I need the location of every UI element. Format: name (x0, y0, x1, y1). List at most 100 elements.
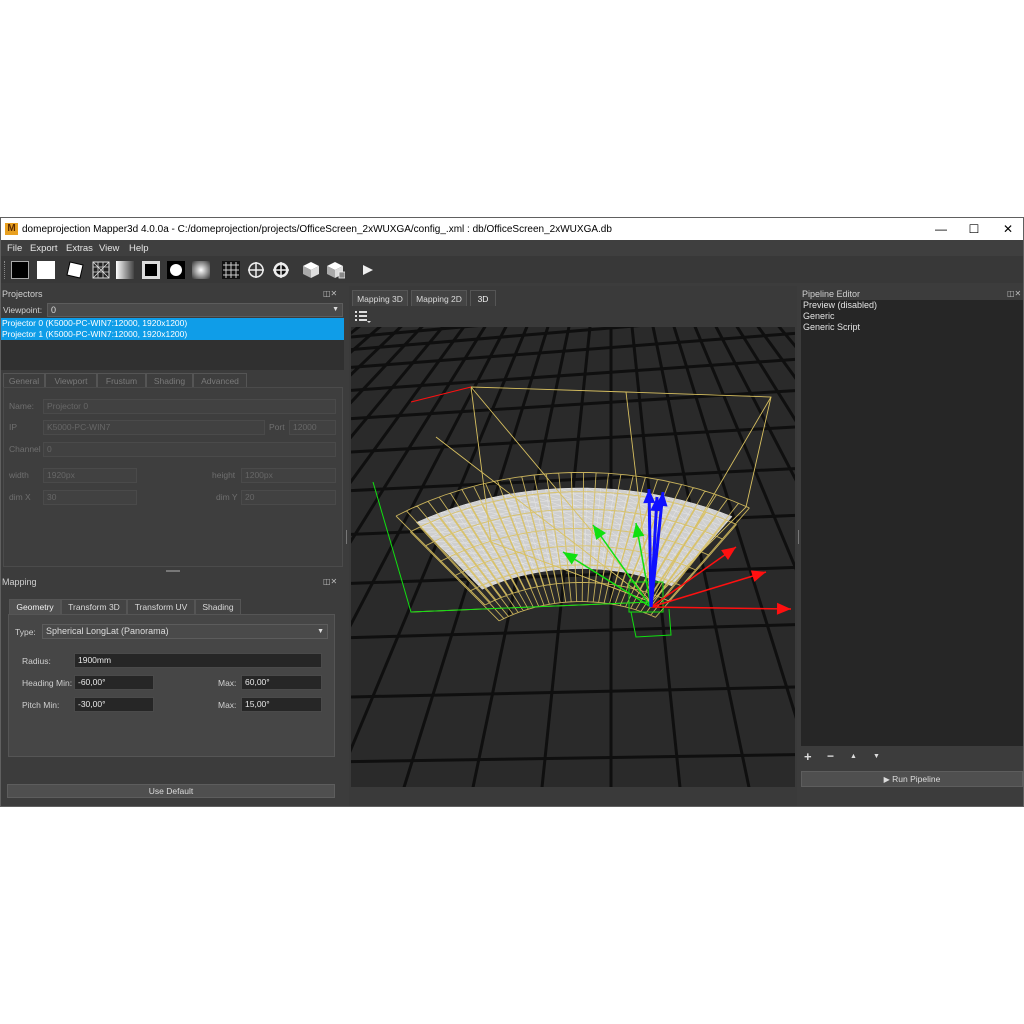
3d-canvas[interactable] (351, 327, 795, 787)
title-bar: M domeprojection Mapper3d 4.0.0a - C:/do… (1, 218, 1023, 240)
name-field[interactable]: Projector 0 (43, 399, 336, 414)
menu-file[interactable]: File (7, 243, 22, 254)
application-window: M domeprojection Mapper3d 4.0.0a - C:/do… (0, 217, 1024, 807)
tab-frustum[interactable]: Frustum (97, 373, 146, 388)
list-item[interactable]: Preview (disabled) (801, 300, 1023, 311)
dimx-field[interactable]: 30 (43, 490, 137, 505)
splitter-handle-right[interactable] (798, 530, 800, 544)
view-menu-icon[interactable] (355, 309, 371, 323)
tab-advanced[interactable]: Advanced (193, 373, 247, 388)
toolbar-grip[interactable] (4, 261, 7, 279)
geometry-page: Type: Spherical LongLat (Panorama) ▼ Radi… (8, 614, 335, 757)
dimy-field[interactable]: 20 (241, 490, 336, 505)
list-item[interactable]: Generic (801, 311, 1023, 322)
projector-list: Projector 0 (K5000-PC-WIN7:12000, 1920x1… (1, 318, 344, 370)
list-item[interactable]: Projector 1 (K5000-PC-WIN7:12000, 1920x1… (1, 329, 344, 340)
gradient-square-icon[interactable] (116, 261, 134, 279)
close-button[interactable]: ✕ (993, 220, 1023, 238)
tab-transform-3d[interactable]: Transform 3D (61, 599, 127, 614)
heading-max-field[interactable]: 60,00° (241, 675, 322, 690)
toolbar (1, 256, 1023, 283)
list-item[interactable]: Projector 0 (K5000-PC-WIN7:12000, 1920x1… (1, 318, 344, 329)
white-square-icon[interactable] (37, 261, 55, 279)
dock-float-close-icon[interactable]: ◫✕ (323, 577, 337, 586)
minimize-button[interactable]: — (926, 220, 956, 238)
ip-field[interactable]: K5000-PC-WIN7 (43, 420, 265, 435)
run-pipeline-button[interactable]: ▶ Run Pipeline (801, 771, 1023, 787)
splitter-handle-left[interactable] (346, 530, 348, 544)
pitch-max-label: Max: (218, 700, 237, 710)
port-field[interactable]: 12000 (289, 420, 336, 435)
radial-gradient-icon[interactable] (192, 261, 210, 279)
viewpoint-select[interactable]: 0 ▼ (47, 303, 343, 317)
tab-shading[interactable]: Shading (146, 373, 193, 388)
projectors-panel: Projectors ◫✕ Viewpoint: 0 ▼ Projector 0 … (1, 286, 346, 568)
crosshair-filled-icon[interactable] (272, 261, 290, 279)
heading-max-label: Max: (218, 678, 237, 688)
move-up-icon[interactable]: ▲ (850, 753, 857, 760)
menu-view[interactable]: View (99, 243, 119, 254)
menu-export[interactable]: Export (30, 243, 57, 254)
dock-float-close-icon[interactable]: ◫✕ (323, 289, 337, 298)
ip-label: IP (9, 422, 18, 432)
projectors-panel-title: Projectors (2, 289, 43, 299)
tab-mapping-2d[interactable]: Mapping 2D (411, 290, 467, 306)
use-default-button[interactable]: Use Default (7, 784, 335, 798)
app-logo-icon: M (5, 223, 18, 235)
pitch-min-field[interactable]: -30,00° (74, 697, 154, 712)
add-icon[interactable]: + (804, 749, 812, 764)
move-down-icon[interactable]: ▼ (873, 753, 880, 760)
pitch-min-label: Pitch Min: (22, 700, 60, 710)
chevron-down-icon: ▼ (317, 628, 324, 635)
mapping-type-select[interactable]: Spherical LongLat (Panorama) ▼ (42, 624, 328, 639)
tab-transform-uv[interactable]: Transform UV (127, 599, 195, 614)
radius-label: Radius: (22, 656, 51, 666)
cube-multi-icon[interactable] (327, 261, 346, 279)
maximize-button[interactable]: ☐ (959, 220, 989, 238)
3d-scene (351, 327, 795, 787)
tab-general[interactable]: General (3, 373, 45, 388)
tab-mapping-3d[interactable]: Mapping 3D (352, 290, 408, 306)
pipeline-editor-panel: Pipeline Editor ◫✕ Preview (disabled) Ge… (800, 286, 1023, 806)
menu-help[interactable]: Help (129, 243, 149, 254)
mapping-panel: Mapping ◫✕ Geometry Transform 3D Transfo… (1, 574, 346, 806)
port-label: Port (269, 422, 285, 432)
channel-label: Channel (9, 444, 41, 454)
channel-field[interactable]: 0 (43, 442, 336, 457)
dock-float-close-icon[interactable]: ◫✕ (1007, 289, 1021, 298)
crosshair-icon[interactable] (247, 261, 265, 279)
pipeline-editor-title: Pipeline Editor (802, 289, 861, 299)
tab-shading[interactable]: Shading (195, 599, 241, 614)
width-field[interactable]: 1920px (43, 468, 137, 483)
tab-geometry[interactable]: Geometry (9, 599, 61, 614)
rotated-square-icon[interactable] (66, 261, 84, 279)
viewpoint-label: Viewpoint: (3, 305, 43, 315)
dimx-label: dim X (9, 492, 31, 502)
projector-general-page: Name: Projector 0 IP K5000-PC-WIN7 Port … (3, 387, 343, 567)
tab-3d[interactable]: 3D (470, 290, 496, 306)
grid-icon[interactable] (222, 261, 240, 279)
pipeline-list: Preview (disabled) Generic Generic Scrip… (801, 300, 1023, 746)
tab-viewport[interactable]: Viewport (45, 373, 97, 388)
mesh-square-icon[interactable] (92, 261, 110, 279)
dimy-label: dim Y (216, 492, 238, 502)
viewport-area: Mapping 3D Mapping 2D 3D (349, 286, 797, 806)
heading-min-label: Heading Min: (22, 678, 73, 688)
heading-min-field[interactable]: -60,00° (74, 675, 154, 690)
remove-icon[interactable]: − (827, 749, 834, 763)
black-square-icon[interactable] (11, 261, 29, 279)
mapping-panel-title: Mapping (2, 577, 37, 587)
circle-icon[interactable] (167, 261, 185, 279)
splitter-handle[interactable] (166, 570, 180, 572)
play-icon[interactable] (359, 261, 377, 279)
menu-extras[interactable]: Extras (66, 243, 93, 254)
type-label: Type: (15, 627, 36, 637)
frame-square-icon[interactable] (142, 261, 160, 279)
height-field[interactable]: 1200px (241, 468, 336, 483)
cube-icon[interactable] (302, 261, 320, 279)
width-label: width (9, 470, 29, 480)
radius-field[interactable]: 1900mm (74, 653, 322, 668)
pitch-max-field[interactable]: 15,00° (241, 697, 322, 712)
list-item[interactable]: Generic Script (801, 322, 1023, 333)
menu-bar: File Export Extras View Help (1, 240, 1023, 256)
